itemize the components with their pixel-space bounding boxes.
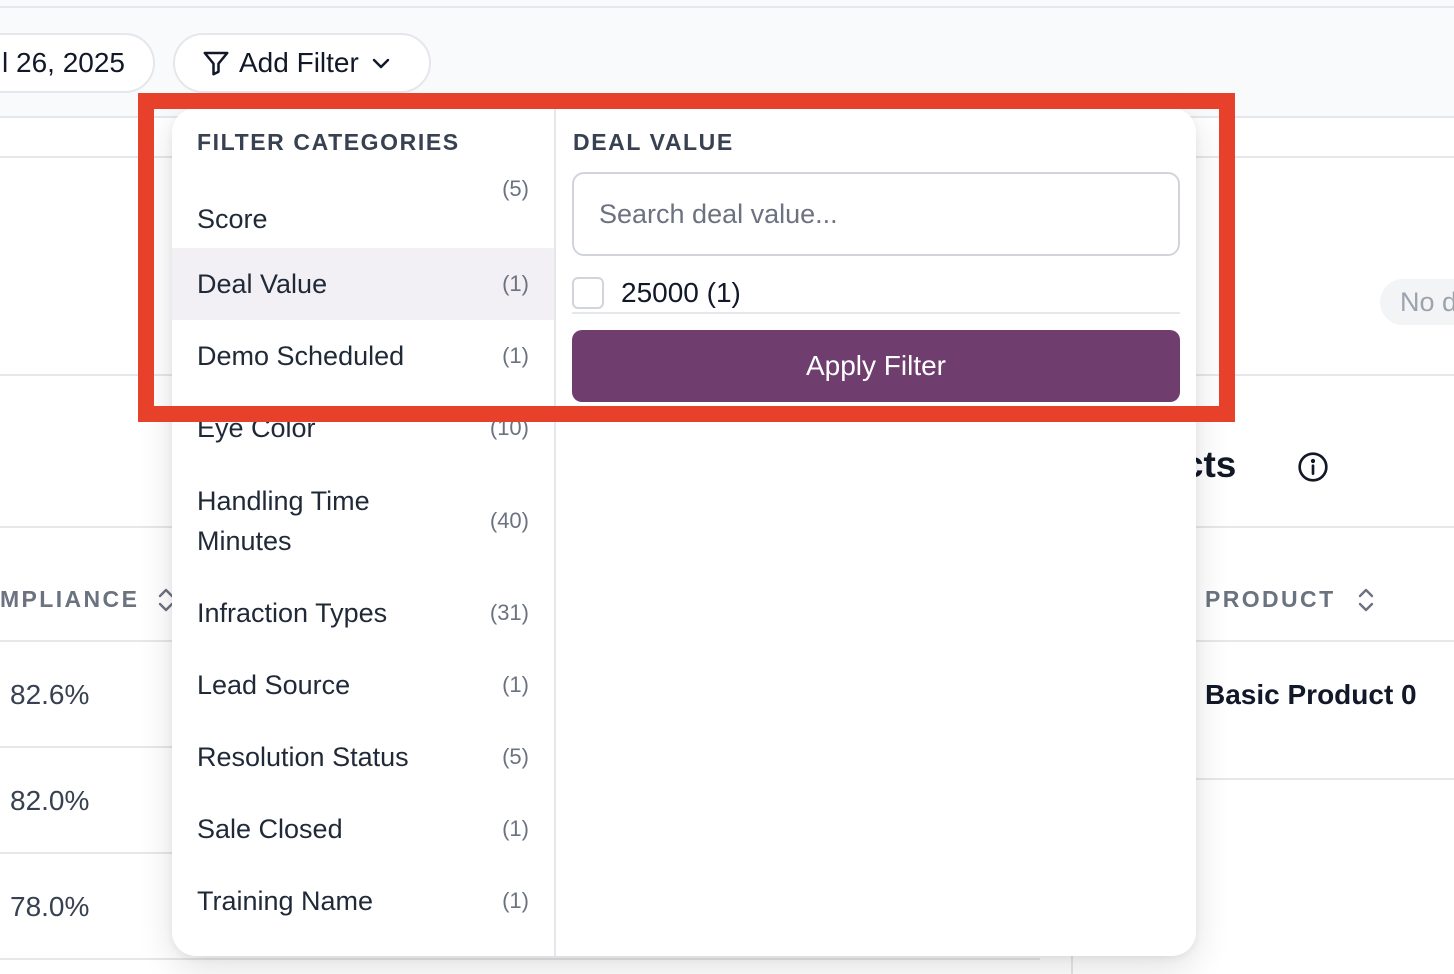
category-item-demo-scheduled[interactable]: Demo Scheduled (1)	[172, 320, 554, 392]
category-label: Infraction Types	[197, 597, 388, 628]
filter-categories-title: FILTER CATEGORIES	[197, 129, 460, 155]
category-label: Resolution Status	[197, 741, 409, 772]
category-count: (1)	[502, 888, 529, 913]
category-item-resolution-status[interactable]: Resolution Status (5)	[172, 721, 554, 793]
table-cell: 78.0%	[10, 891, 90, 922]
add-filter-button[interactable]: Add Filter	[173, 33, 431, 93]
category-count: (40)	[489, 508, 529, 533]
option-checkbox[interactable]	[572, 277, 604, 309]
category-count: (1)	[502, 271, 529, 296]
category-count: (1)	[502, 343, 529, 368]
add-filter-label: Add Filter	[239, 47, 359, 78]
category-count: (31)	[489, 600, 529, 625]
filter-categories-list: FILTER CATEGORIES Score (5) Deal Value (…	[172, 108, 554, 956]
divider	[0, 852, 200, 854]
no-data-badge: No d	[1380, 279, 1454, 325]
category-item-score[interactable]: Score (5)	[172, 176, 554, 248]
divider	[0, 746, 200, 748]
filter-panel-title: DEAL VALUE	[573, 129, 734, 155]
category-item-infraction-types[interactable]: Infraction Types (31)	[172, 577, 554, 649]
category-label: Demo Scheduled	[197, 340, 405, 371]
category-count: (5)	[502, 744, 529, 769]
filter-dropdown: FILTER CATEGORIES Score (5) Deal Value (…	[172, 108, 1196, 956]
category-label: Deal Value	[197, 268, 328, 299]
filter-option-row[interactable]: 25000 (1)	[572, 274, 1180, 314]
chevron-down-icon	[372, 58, 390, 69]
category-item-lead-source[interactable]: Lead Source (1)	[172, 649, 554, 721]
apply-filter-label: Apply Filter	[805, 350, 947, 381]
category-item-sale-closed[interactable]: Sale Closed (1)	[172, 793, 554, 865]
apply-filter-button[interactable]: Apply Filter	[572, 330, 1180, 402]
info-icon[interactable]	[1297, 451, 1329, 483]
category-label: Eye Color	[197, 412, 316, 443]
product-column-header[interactable]: PRODUCT	[1205, 586, 1336, 613]
category-label: Score	[197, 203, 268, 234]
category-label: Training Name	[197, 885, 374, 916]
category-label: Lead Source	[197, 669, 351, 700]
category-label: Handling Time Minutes	[197, 486, 370, 556]
divider	[1190, 778, 1454, 780]
category-item-eye-color[interactable]: Eye Color (10)	[172, 392, 554, 464]
divider	[0, 6, 1454, 8]
date-range-button[interactable]: l 26, 2025	[0, 33, 155, 93]
category-count: (1)	[502, 816, 529, 841]
category-count: (5)	[502, 176, 529, 201]
sort-icon[interactable]	[1355, 585, 1377, 615]
table-cell: Basic Product 0	[1205, 679, 1417, 710]
table-cell: 82.0%	[10, 785, 90, 816]
panel-divider	[554, 108, 556, 956]
divider	[0, 958, 1040, 960]
option-label: 25000 (1)	[621, 277, 741, 308]
date-range-label: l 26, 2025	[2, 47, 125, 78]
category-count: (10)	[489, 415, 529, 440]
category-label: Sale Closed	[197, 813, 343, 844]
compliance-column-header[interactable]: MPLIANCE	[0, 586, 139, 613]
category-item-training-name[interactable]: Training Name (1)	[172, 865, 554, 937]
filter-icon	[203, 51, 229, 76]
category-item-deal-value[interactable]: Deal Value (1)	[172, 248, 554, 320]
category-count: (1)	[502, 672, 529, 697]
table-cell: 82.6%	[10, 679, 90, 710]
category-item-handling-time-minutes[interactable]: Handling Time Minutes (40)	[172, 481, 554, 561]
deal-value-search-input[interactable]	[572, 172, 1180, 256]
